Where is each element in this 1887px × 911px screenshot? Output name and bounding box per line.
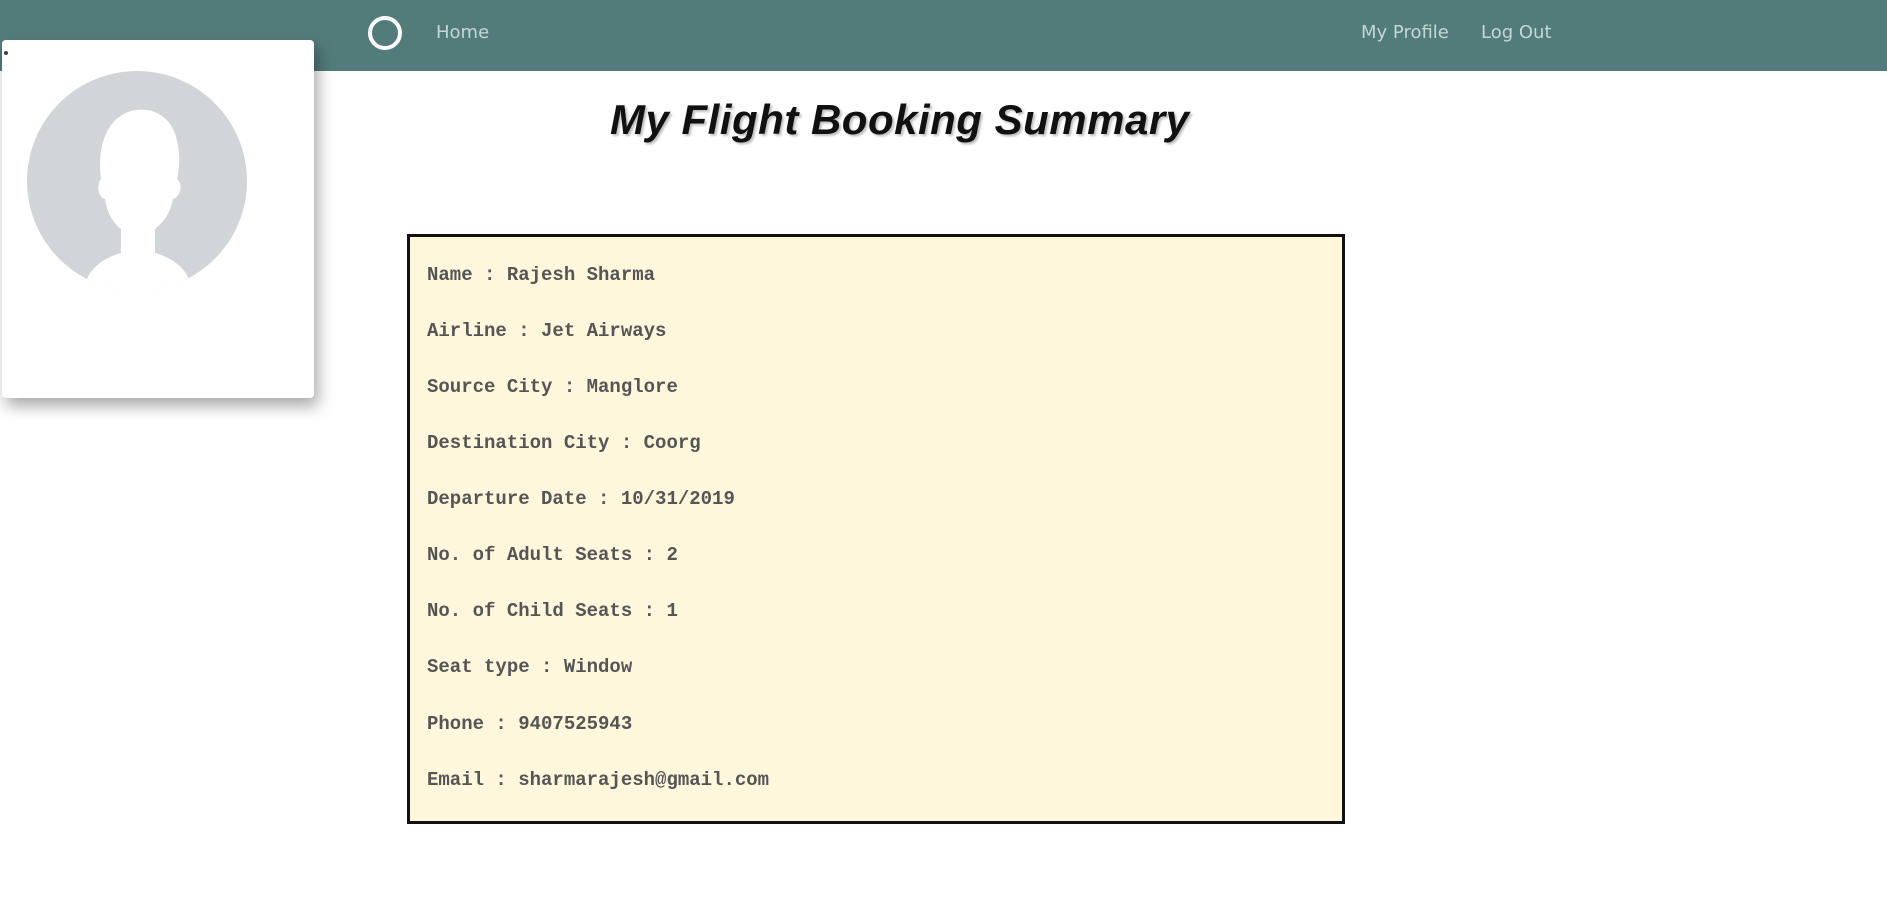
summary-name: Name : Rajesh Sharma — [427, 264, 656, 286]
nav-my-profile-link[interactable]: My Profile — [1361, 22, 1449, 43]
summary-airline: Airline : Jet Airways — [427, 320, 667, 342]
nav-log-out-link[interactable]: Log Out — [1481, 22, 1552, 43]
summary-seat-type: Seat type : Window — [427, 656, 633, 678]
profile-card — [2, 40, 314, 398]
profile-card-header — [2, 40, 255, 71]
summary-departure-date: Departure Date : 10/31/2019 — [427, 488, 735, 510]
bullet-dot-icon — [4, 51, 8, 55]
summary-destination-city: Destination City : Coorg — [427, 432, 701, 454]
summary-email: Email : sharmarajesh@gmail.com — [427, 769, 770, 791]
circle-logo-icon[interactable] — [368, 16, 402, 50]
summary-source-city: Source City : Manglore — [427, 376, 678, 398]
booking-summary-panel: Name : Rajesh Sharma Airline : Jet Airwa… — [407, 234, 1345, 824]
summary-phone: Phone : 9407525943 — [427, 713, 633, 735]
avatar-placeholder-icon — [27, 71, 247, 291]
summary-child-seats: No. of Child Seats : 1 — [427, 600, 678, 622]
summary-adult-seats: No. of Adult Seats : 2 — [427, 544, 678, 566]
page-title: My Flight Booking Summary — [610, 96, 1190, 143]
nav-home-link[interactable]: Home — [436, 22, 489, 43]
